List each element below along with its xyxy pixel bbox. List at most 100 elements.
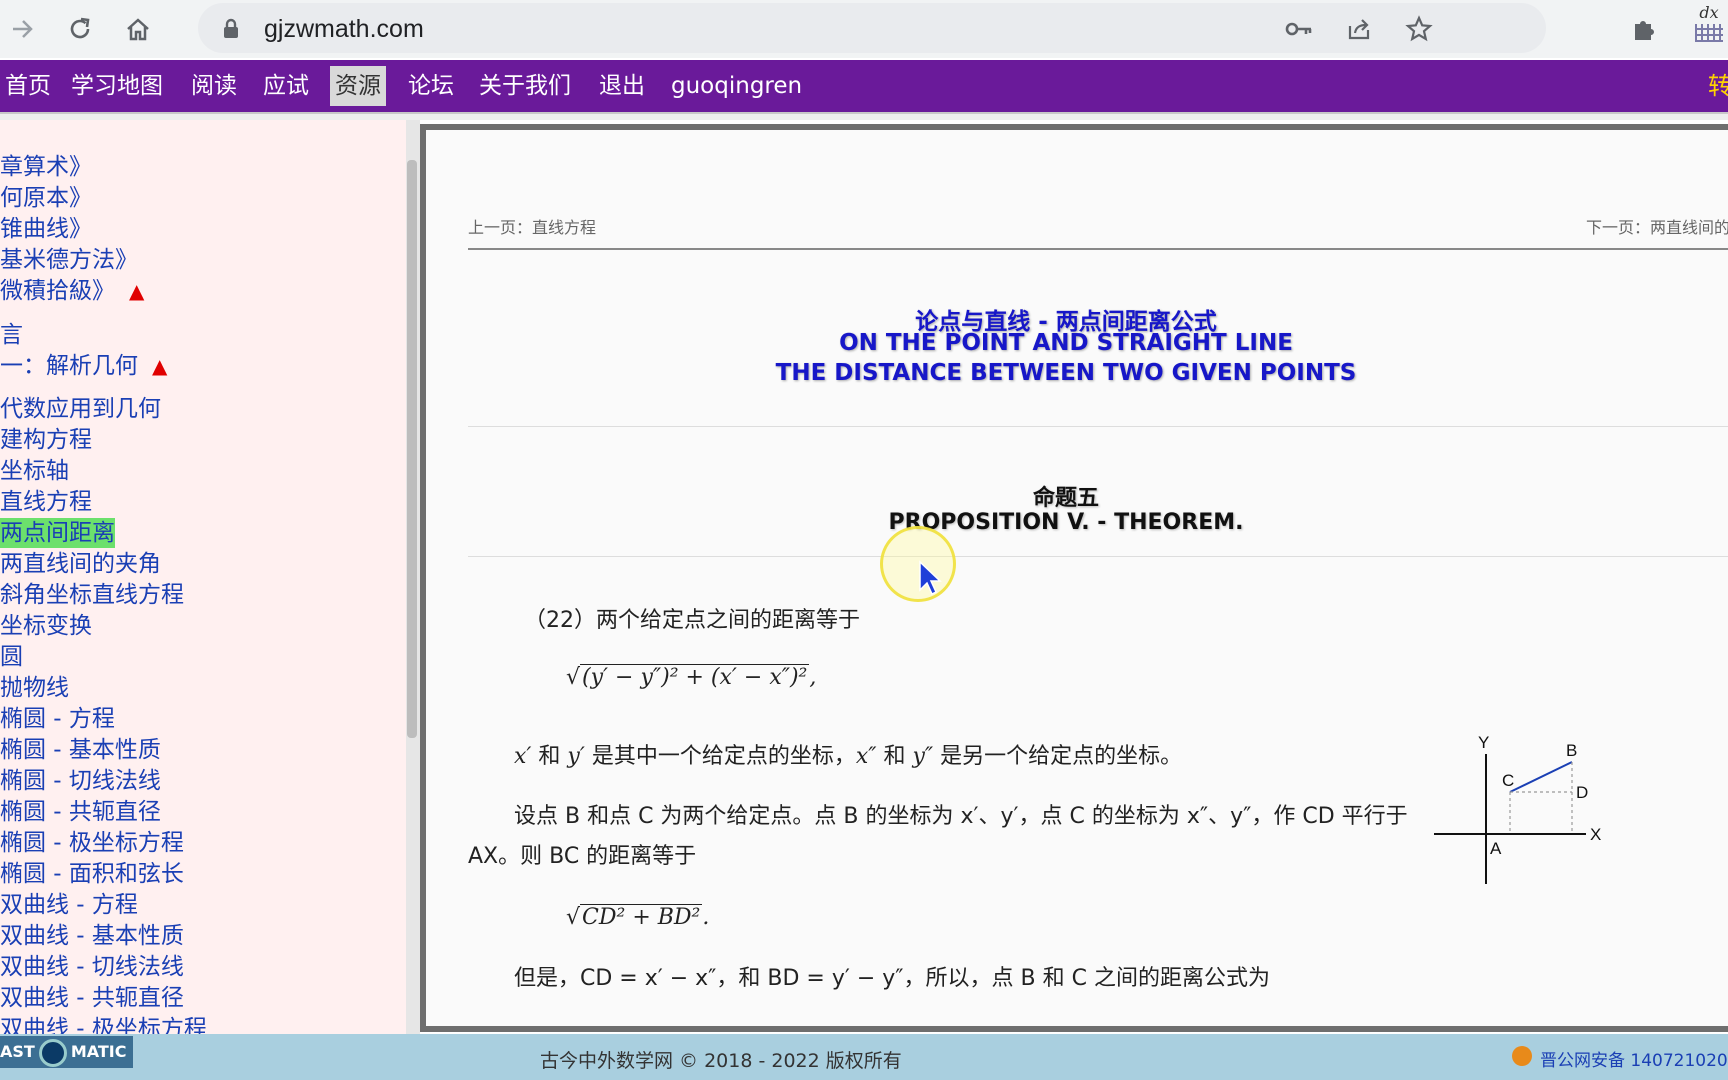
sidebar-item-label: 一：解析几何 — [0, 353, 138, 379]
fastmatic-left-text: AST — [0, 1042, 35, 1061]
label-b: B — [1566, 741, 1577, 760]
sidebar-item-label: 双曲线 - 切线法线 — [0, 954, 184, 980]
sidebar-item-label: 圆 — [0, 644, 23, 670]
extensions-button[interactable] — [1626, 10, 1662, 48]
sidebar-item[interactable]: 锥曲线》 — [0, 214, 92, 244]
lock-icon — [224, 18, 238, 38]
math-var: y″ — [912, 744, 934, 769]
home-icon — [127, 18, 149, 41]
label-d: D — [1576, 783, 1588, 802]
nav-item-exam[interactable]: 应试 — [258, 66, 314, 106]
sidebar-item[interactable]: 建构方程 — [0, 425, 92, 455]
sidebar-item[interactable]: 直线方程 — [0, 487, 92, 517]
sidebar-item-label: 椭圆 - 极坐标方程 — [0, 830, 184, 856]
content-frame: 上一页：直线方程 下一页：两直线间的 论点与直线 - 两点间距离公式 ON TH… — [420, 124, 1728, 1032]
password-key-button[interactable] — [1284, 14, 1314, 44]
nav-item-study-map[interactable]: 学习地图 — [66, 66, 168, 106]
sidebar-item-label: 锥曲线》 — [0, 216, 92, 242]
profile-grid-icon — [1695, 24, 1723, 42]
sidebar-item[interactable]: 双曲线 - 共轭直径 — [0, 983, 184, 1013]
prev-page-link[interactable]: 上一页：直线方程 — [468, 214, 596, 238]
sidebar-item-label: 双曲线 - 极坐标方程 — [0, 1016, 207, 1034]
sidebar-item[interactable]: 双曲线 - 切线法线 — [0, 952, 184, 982]
sidebar-item[interactable]: 双曲线 - 基本性质 — [0, 921, 184, 951]
formula-1: √(y′ − y″)² + (x′ − x″)², — [566, 664, 816, 690]
formula-2-radicand: CD² + BD² — [580, 904, 703, 930]
share-button[interactable] — [1344, 14, 1374, 44]
sidebar-item[interactable]: 双曲线 - 极坐标方程 — [0, 1014, 207, 1034]
home-button[interactable] — [118, 10, 158, 48]
nav-item-resources[interactable]: 资源 — [330, 66, 386, 106]
sidebar-item-label: 建构方程 — [0, 427, 92, 453]
nav-item-reading[interactable]: 阅读 — [186, 66, 242, 106]
nav-item-forum[interactable]: 论坛 — [403, 66, 459, 106]
sidebar-item-label: 言 — [0, 322, 23, 348]
formula-1-radicand: (y′ − y″)² + (x′ − x″)² — [580, 664, 810, 690]
text-span: 是另一个给定点的坐标。 — [933, 744, 1183, 769]
sidebar-scrollbar-thumb[interactable] — [407, 160, 417, 738]
sidebar-item-label: 直线方程 — [0, 489, 92, 515]
nav-item-home[interactable]: 首页 — [0, 66, 56, 106]
sidebar-item-label: 椭圆 - 面积和弦长 — [0, 861, 184, 887]
sidebar-item[interactable]: 一：解析几何 ▲ — [0, 351, 167, 381]
star-icon — [1405, 15, 1433, 42]
nav-item-about[interactable]: 关于我们 — [474, 66, 576, 106]
sidebar-item[interactable]: 言 — [0, 320, 23, 350]
sidebar-item[interactable]: 基米德方法》 — [0, 245, 138, 275]
sidebar-item[interactable]: 椭圆 - 极坐标方程 — [0, 828, 184, 858]
formula-2: √CD² + BD². — [566, 904, 709, 930]
sidebar-item-label: 椭圆 - 共轭直径 — [0, 799, 161, 825]
sidebar-item[interactable]: 坐标变换 — [0, 611, 92, 641]
sidebar-item-label: 椭圆 - 基本性质 — [0, 737, 161, 763]
reload-button[interactable] — [60, 10, 100, 48]
sidebar-item[interactable]: 两直线间的夹角 — [0, 549, 161, 579]
sqrt-sign: √ — [566, 905, 581, 930]
url-text[interactable]: gjzwmath.com — [264, 15, 424, 44]
sidebar-item[interactable]: 章算术》 — [0, 152, 92, 182]
sidebar-item[interactable]: 椭圆 - 切线法线 — [0, 766, 161, 796]
sidebar-item-label: 斜角坐标直线方程 — [0, 582, 184, 608]
sidebar-item[interactable]: 椭圆 - 方程 — [0, 704, 115, 734]
next-page-link[interactable]: 下一页：两直线间的 — [1586, 214, 1728, 238]
sidebar-item[interactable]: 代数应用到几何 — [0, 394, 161, 424]
sidebar-item[interactable]: 坐标轴 — [0, 456, 69, 486]
paragraph-1: （22）两个给定点之间的距离等于 — [524, 608, 860, 633]
sidebar-item-label: 双曲线 - 基本性质 — [0, 923, 184, 949]
nav-extra[interactable]: 转 — [1708, 66, 1728, 106]
fastmatic-overlay: AST MATIC — [0, 1036, 133, 1068]
fastmatic-right-text: MATIC — [70, 1042, 127, 1061]
label-c: C — [1502, 771, 1514, 790]
sidebar-item[interactable]: 椭圆 - 基本性质 — [0, 735, 161, 765]
sidebar-item-label: 抛物线 — [0, 675, 69, 701]
police-badge-icon — [1512, 1046, 1532, 1066]
sidebar-item[interactable]: 椭圆 - 共轭直径 — [0, 797, 161, 827]
sidebar-item-label: 椭圆 - 方程 — [0, 706, 115, 732]
label-a: A — [1490, 839, 1502, 858]
sidebar-item[interactable]: 斜角坐标直线方程 — [0, 580, 184, 610]
sidebar-item-active[interactable]: 两点间距离 — [0, 518, 115, 548]
nav-item-logout[interactable]: 退出 — [594, 66, 650, 106]
forward-button[interactable] — [2, 10, 42, 48]
nav-divider — [0, 112, 1728, 120]
profile-avatar[interactable]: dx — [1690, 4, 1728, 54]
nav-item-username[interactable]: guoqingren — [666, 66, 807, 106]
label-y: Y — [1478, 734, 1489, 752]
sidebar-item[interactable]: 椭圆 - 面积和弦长 — [0, 859, 184, 889]
sidebar-item-label: 微積拾級》 — [0, 278, 115, 304]
math-var: x′ — [514, 744, 532, 769]
sidebar-item[interactable]: 双曲线 - 方程 — [0, 890, 138, 920]
paragraph-3-line-2: AX。则 BC 的距离等于 — [468, 844, 697, 869]
address-bar[interactable]: gjzwmath.com — [198, 3, 1546, 53]
sidebar-item[interactable]: 微積拾級》 ▲ — [0, 276, 144, 306]
sidebar-item-label: 椭圆 - 切线法线 — [0, 768, 161, 794]
sidebar-item[interactable]: 抛物线 — [0, 673, 69, 703]
beian-link[interactable]: 晋公网安备 14072102000 — [1540, 1046, 1728, 1071]
sidebar-item[interactable]: 何原本》 — [0, 183, 92, 213]
key-icon — [1285, 22, 1312, 36]
sidebar-item-label: 章算术》 — [0, 154, 92, 180]
expand-triangle-icon[interactable]: ▲ — [152, 354, 167, 378]
sidebar-item[interactable]: 圆 — [0, 642, 23, 672]
sqrt-sign: √ — [566, 665, 581, 690]
expand-triangle-icon[interactable]: ▲ — [129, 279, 144, 303]
bookmark-star-button[interactable] — [1404, 14, 1434, 44]
